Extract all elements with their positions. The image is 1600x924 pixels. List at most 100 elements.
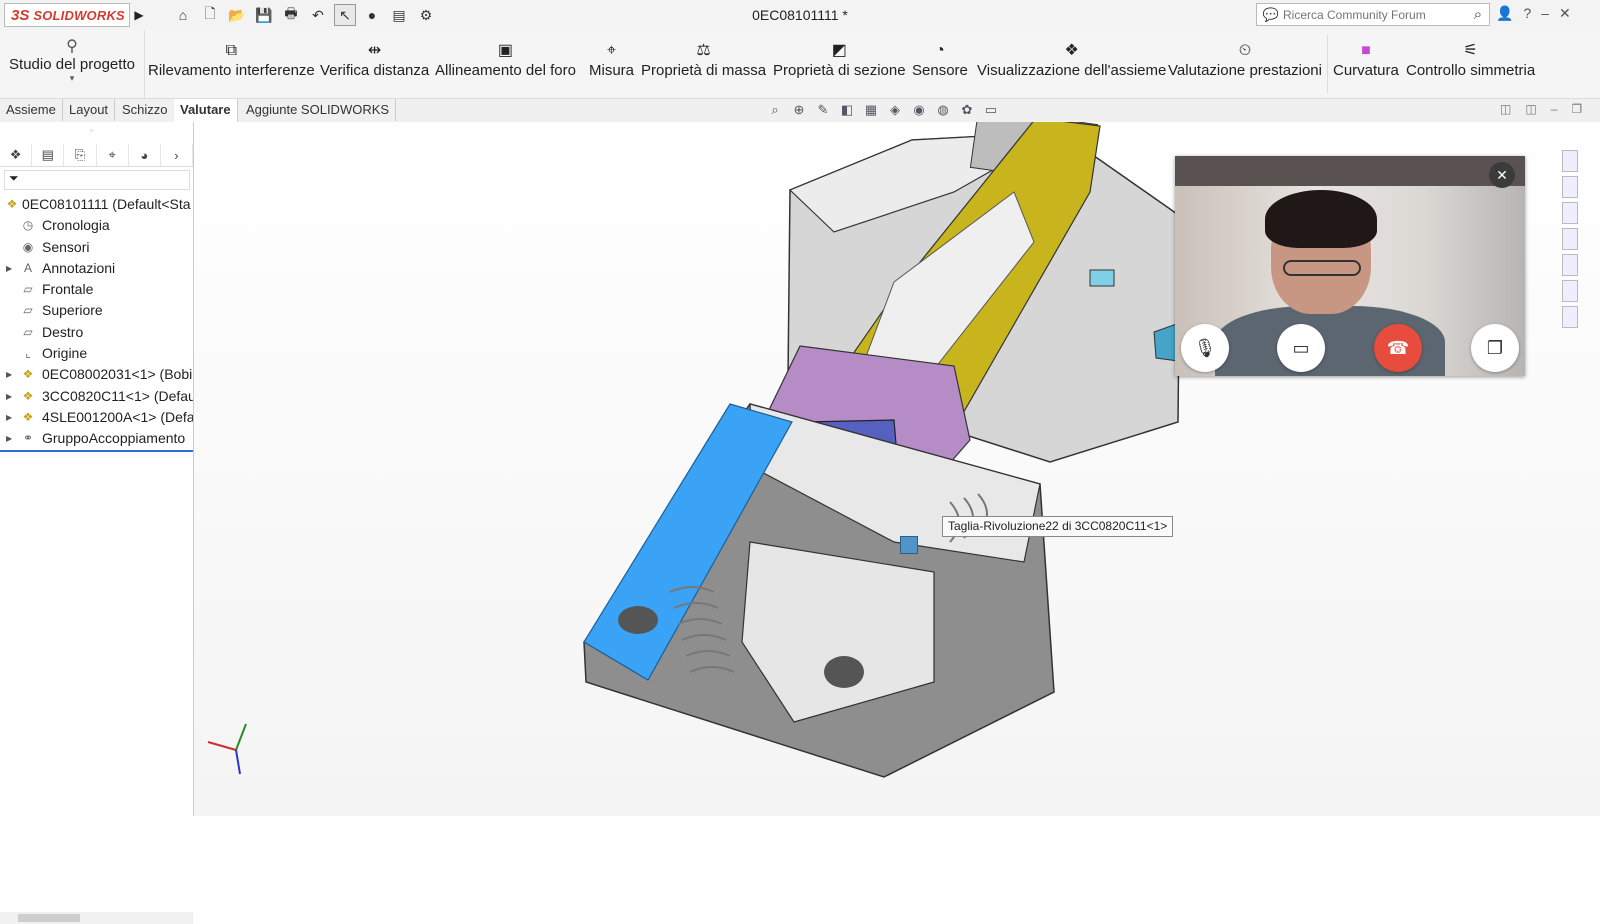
expand-arrow-icon[interactable]: ▶ (6, 258, 12, 279)
file-explorer-taskpane-icon[interactable] (1562, 228, 1578, 250)
traffic-light-icon[interactable]: ● (361, 4, 383, 26)
configuration-manager-tab-icon[interactable]: ⎘ (64, 144, 97, 166)
expand-arrow-icon[interactable]: ▶ (6, 386, 12, 407)
display-manager-tab-icon[interactable]: ◕ (129, 144, 161, 166)
title-bar-right-tools: 👤 ? – ✕ (1496, 5, 1571, 22)
video-background (1175, 156, 1525, 190)
panel-more-chevron-icon[interactable]: › (161, 144, 194, 166)
zoom-area-icon[interactable]: ⊕ (790, 101, 808, 119)
tree-item-front-plane[interactable]: ▱ Frontale (0, 279, 193, 300)
end-call-icon[interactable]: ☎ (1374, 324, 1422, 372)
solidworks-logo[interactable]: 3S SOLIDWORKS (4, 3, 130, 27)
tile-right-icon[interactable]: ◫ (1525, 102, 1536, 116)
open-folder-icon[interactable]: 📂 (226, 4, 248, 26)
section-view-icon[interactable]: ◧ (838, 101, 856, 119)
mass-properties-button[interactable]: ⚖ Proprietà di massa (641, 40, 766, 94)
search-icon[interactable]: ⌕ (1467, 6, 1489, 23)
sensors-icon: ◉ (22, 239, 34, 254)
tree-filter[interactable]: ⏷ (4, 170, 190, 190)
tree-item-right-plane[interactable]: ▱ Destro (0, 322, 193, 343)
file-properties-icon[interactable]: ▤ (388, 4, 410, 26)
resources-taskpane-icon[interactable] (1562, 176, 1578, 198)
camera-icon[interactable]: ▭ (1277, 324, 1325, 372)
tree-item-history[interactable]: ◷ Cronologia (0, 215, 193, 236)
interference-detection-button[interactable]: ⧉ Rilevamento interferenze (148, 40, 315, 94)
minimize-icon[interactable]: – (1541, 5, 1549, 22)
print-icon[interactable]: 🖶 (280, 4, 302, 26)
appearance-icon[interactable]: ◍ (934, 101, 952, 119)
tree-root[interactable]: ❖ 0EC08101111 (Default<Sta (0, 194, 193, 215)
logo-name: SOLIDWORKS (33, 7, 125, 23)
clearance-icon: ⇹ (367, 42, 382, 59)
tab-layout[interactable]: Layout (63, 99, 116, 121)
library-taskpane-icon[interactable] (1562, 202, 1578, 224)
tree-item-component[interactable]: ▶ ❖ 0EC08002031<1> (Bobi (0, 364, 193, 385)
select-pointer-icon[interactable]: ↖ (334, 4, 356, 26)
hide-show-icon[interactable]: ◉ (910, 101, 928, 119)
clearance-verification-button[interactable]: ⇹ Verifica distanza (320, 40, 429, 94)
command-manager-ribbon: ⚲ Studio del progetto ▾ ⧉ Rilevamento in… (0, 30, 1600, 99)
tree-item-component[interactable]: ▶ ❖ 3CC0820C11<1> (Defau (0, 386, 193, 407)
tab-assembly[interactable]: Assieme (0, 99, 63, 121)
tab-evaluate[interactable]: Valutare (174, 99, 238, 122)
chevron-down-icon[interactable]: ▾ (0, 73, 144, 84)
tab-sketch[interactable]: Schizzo (116, 99, 175, 121)
tab-solidworks-addins[interactable]: Aggiunte SOLIDWORKS (240, 99, 397, 121)
dimxpert-tab-icon[interactable]: ⌖ (97, 144, 129, 166)
measure-button[interactable]: ⌖ Misura (589, 40, 634, 94)
tree-item-top-plane[interactable]: ▱ Superiore (0, 300, 193, 321)
home-icon[interactable]: ⌂ (172, 4, 194, 26)
section-properties-button[interactable]: ◩ Proprietà di sezione (773, 40, 906, 94)
section-properties-icon: ◩ (831, 42, 847, 59)
doc-restore-icon[interactable]: ❐ (1571, 102, 1582, 116)
expand-arrow-icon[interactable]: ▶ (6, 407, 12, 428)
feature-tree: ❖ 0EC08101111 (Default<Sta ◷ Cronologia … (0, 194, 193, 452)
curvature-button[interactable]: ■ Curvatura (1333, 40, 1399, 94)
scrollbar-thumb[interactable] (18, 914, 80, 922)
design-study-button[interactable]: ⚲ Studio del progetto ▾ (0, 30, 145, 98)
scene-icon[interactable]: ✿ (958, 101, 976, 119)
undo-icon[interactable]: ↶ (307, 4, 329, 26)
appearances-taskpane-icon[interactable] (1562, 280, 1578, 302)
assembly-visualization-button[interactable]: ❖ Visualizzazione dell'assieme (977, 40, 1166, 94)
tree-item-mates[interactable]: ▶ ⚭ GruppoAccoppiamento (0, 428, 193, 452)
symmetry-check-button[interactable]: ⚟ Controllo simmetria (1406, 40, 1535, 94)
tree-item-annotations[interactable]: ▶ A Annotazioni (0, 258, 193, 279)
tile-left-icon[interactable]: ◫ (1500, 102, 1511, 116)
doc-minimize-icon[interactable]: – (1551, 102, 1558, 116)
user-icon[interactable]: 👤 (1496, 5, 1513, 22)
view-orientation-icon[interactable]: ▦ (862, 101, 880, 119)
expand-arrow-icon[interactable]: ▶ (6, 428, 12, 449)
tree-item-origin[interactable]: ⌞ Origine (0, 343, 193, 364)
feature-manager-tab-icon[interactable]: ❖ (0, 144, 33, 166)
view-palette-taskpane-icon[interactable] (1562, 254, 1578, 276)
new-document-icon[interactable]: 🗋 (199, 4, 221, 26)
help-icon[interactable]: ? (1523, 5, 1531, 22)
menu-expand-arrow-icon[interactable]: ▶ (132, 5, 146, 25)
zoom-to-fit-icon[interactable]: ⌕ (766, 101, 784, 119)
microphone-icon[interactable]: 🎙 (1181, 324, 1229, 372)
search-input[interactable] (1281, 6, 1467, 23)
view-settings-icon[interactable]: ▭ (982, 101, 1000, 119)
panel-horizontal-scrollbar[interactable] (0, 912, 193, 924)
options-gear-icon[interactable]: ⚙ (415, 4, 437, 26)
performance-evaluation-button[interactable]: ⏲ Valutazione prestazioni (1168, 40, 1322, 94)
home-taskpane-icon[interactable] (1562, 150, 1578, 172)
custom-properties-taskpane-icon[interactable] (1562, 306, 1578, 328)
hole-alignment-button[interactable]: ▣ Allineamento del foro (435, 40, 576, 94)
switch-window-icon[interactable]: ❐ (1471, 324, 1519, 372)
property-manager-tab-icon[interactable]: ▤ (32, 144, 65, 166)
tree-item-component[interactable]: ▶ ❖ 4SLE001200A<1> (Defa (0, 407, 193, 428)
panel-grip-icon[interactable]: ◦ (90, 126, 93, 135)
display-style-icon[interactable]: ◈ (886, 101, 904, 119)
save-icon[interactable]: 💾 (253, 4, 275, 26)
expand-arrow-icon[interactable]: ▶ (6, 364, 12, 385)
selection-handle[interactable] (900, 536, 918, 554)
heads-up-view-toolbar: ⌕ ⊕ ✎ ◧ ▦ ◈ ◉ ◍ ✿ ▭ (766, 101, 1000, 119)
close-window-icon[interactable]: ✕ (1559, 5, 1571, 22)
sensor-button[interactable]: ◔ Sensore (912, 40, 968, 94)
tree-item-sensors[interactable]: ◉ Sensori (0, 237, 193, 258)
previous-view-icon[interactable]: ✎ (814, 101, 832, 119)
quick-access-toolbar: ⌂ 🗋 📂 💾 🖶 ↶ ↖ ● ▤ ⚙ (172, 4, 437, 26)
close-call-window-icon[interactable]: ✕ (1489, 162, 1515, 188)
